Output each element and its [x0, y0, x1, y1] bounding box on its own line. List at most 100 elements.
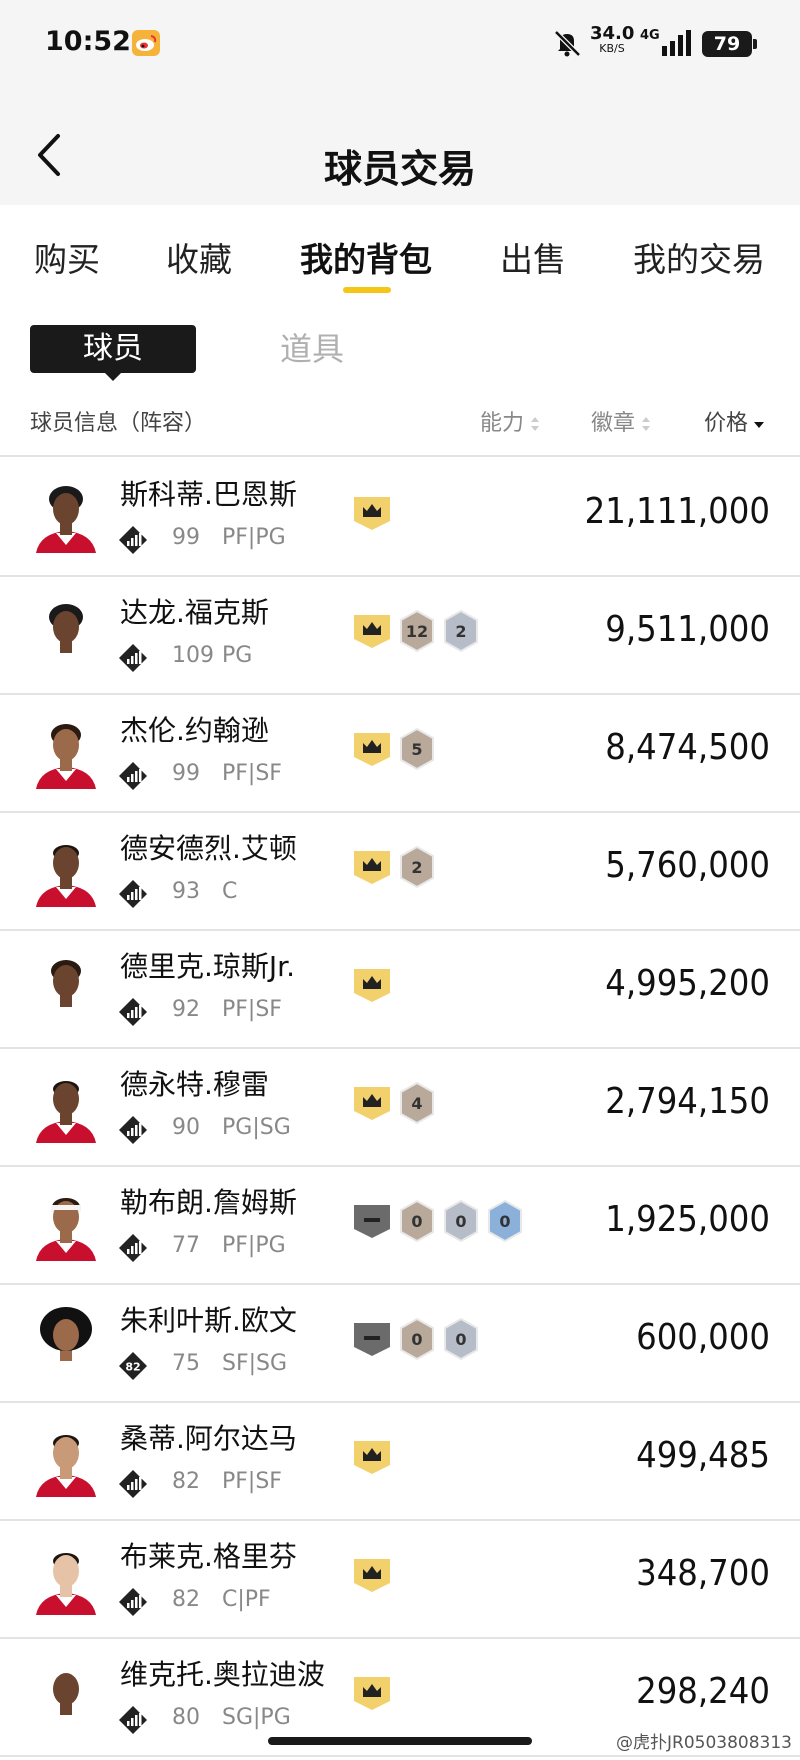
- tab-sell[interactable]: 出售: [500, 233, 566, 281]
- player-positions: PF|PG: [222, 1233, 286, 1258]
- player-positions: PG: [222, 643, 253, 668]
- player-rating: 99: [172, 525, 200, 550]
- player-row[interactable]: 德安德烈.艾顿 93 C 2 5,760,000: [0, 811, 800, 931]
- home-indicator[interactable]: [268, 1737, 532, 1745]
- player-positions: C|PF: [222, 1587, 271, 1612]
- status-bar: 10:52 34.0 KB/S 4G 79: [0, 0, 800, 90]
- battery-indicator: 79: [702, 31, 757, 57]
- page-title: 球员交易: [323, 147, 476, 191]
- player-rating: 80: [172, 1705, 200, 1730]
- player-price: 4,995,200: [605, 963, 770, 1004]
- player-rating: 82: [172, 1587, 200, 1612]
- player-tier-icon: [119, 1116, 147, 1144]
- active-tab-indicator: [343, 287, 391, 293]
- player-name: 杰伦.约翰逊: [120, 714, 269, 747]
- player-row[interactable]: 勒布朗.詹姆斯 77 PF|PG 0 0 0 1,925,000: [0, 1165, 800, 1285]
- blue-badge-icon: 0: [488, 1199, 522, 1243]
- badge-count: 0: [411, 1330, 422, 1349]
- bronze-badge-icon: 5: [400, 727, 434, 771]
- column-price[interactable]: 价格: [704, 405, 765, 437]
- player-positions: PF|SF: [222, 1469, 282, 1494]
- column-ability-label: 能力: [480, 411, 525, 436]
- badge-count: 0: [455, 1212, 466, 1231]
- player-avatar: [30, 713, 102, 789]
- signal-icon: [662, 30, 691, 56]
- main-tabs: 购买 收藏 我的背包 出售 我的交易: [0, 205, 800, 295]
- watermark: @虎扑JR0503808313: [616, 1733, 792, 1753]
- column-badge[interactable]: 徽章: [591, 405, 651, 437]
- player-row[interactable]: 布莱克.格里芬 82 C|PF 348,700: [0, 1519, 800, 1639]
- player-price: 600,000: [636, 1317, 770, 1358]
- player-avatar: [30, 1185, 102, 1261]
- net-speed: 34.0 KB/S: [590, 23, 635, 56]
- player-rating: 77: [172, 1233, 200, 1258]
- player-avatar: [30, 477, 102, 553]
- column-badge-label: 徽章: [591, 411, 636, 436]
- player-row[interactable]: 斯科蒂.巴恩斯 99 PF|PG 21,111,000: [0, 457, 800, 577]
- tab-buy[interactable]: 购买: [34, 233, 100, 281]
- player-avatar: [30, 1657, 102, 1733]
- crown-card-icon: [354, 497, 390, 530]
- network-type: 4G: [640, 28, 660, 43]
- crown-card-icon: [354, 1441, 390, 1474]
- tab-favorites[interactable]: 收藏: [166, 233, 232, 281]
- player-tier-icon: [119, 762, 147, 790]
- badge-count: 12: [406, 622, 428, 641]
- segment-players[interactable]: 球员: [30, 325, 196, 381]
- page-header: 球员交易: [0, 90, 800, 205]
- player-avatar: [30, 831, 102, 907]
- player-name: 维克托.奥拉迪波: [120, 1658, 325, 1691]
- player-row[interactable]: 达龙.福克斯 109 PG 12 2 9,511,000: [0, 575, 800, 695]
- player-row[interactable]: 德里克.琼斯Jr. 92 PF|SF 4,995,200: [0, 929, 800, 1049]
- badge-count: 2: [411, 858, 422, 877]
- badge-count: 5: [411, 740, 422, 759]
- player-name: 德永特.穆雷: [120, 1068, 269, 1101]
- player-rating: 99: [172, 761, 200, 786]
- badge-count: 2: [455, 622, 466, 641]
- player-positions: PF|SF: [222, 997, 282, 1022]
- player-name: 桑蒂.阿尔达马: [120, 1422, 297, 1455]
- column-player-info: 球员信息（阵容）: [30, 411, 207, 436]
- player-avatar: [30, 1303, 102, 1379]
- empty-card-icon: [354, 1323, 390, 1356]
- player-row[interactable]: 桑蒂.阿尔达马 82 PF|SF 499,485: [0, 1401, 800, 1521]
- badge-count: 0: [499, 1212, 510, 1231]
- player-rating: 92: [172, 997, 200, 1022]
- player-tier-icon: [119, 880, 147, 908]
- status-time: 10:52: [45, 26, 131, 57]
- player-price: 499,485: [636, 1435, 770, 1476]
- column-price-label: 价格: [704, 411, 749, 436]
- player-name: 斯科蒂.巴恩斯: [120, 478, 297, 511]
- mute-bell-icon: [554, 30, 581, 57]
- player-avatar: [30, 1067, 102, 1143]
- sort-desc-icon: [754, 422, 765, 428]
- player-rating: 82: [172, 1469, 200, 1494]
- silver-badge-icon: 0: [444, 1317, 478, 1361]
- player-tier-label: 82: [125, 1361, 140, 1374]
- bronze-badge-icon: 4: [400, 1081, 434, 1125]
- silver-badge-icon: 2: [444, 609, 478, 653]
- player-positions: C: [222, 879, 238, 904]
- player-row[interactable]: 朱利叶斯.欧文 82 75 SF|SG 0 0 600,000: [0, 1283, 800, 1403]
- crown-card-icon: [354, 1087, 390, 1120]
- player-positions: SF|SG: [222, 1351, 288, 1376]
- player-row[interactable]: 杰伦.约翰逊 99 PF|SF 5 8,474,500: [0, 693, 800, 813]
- weibo-icon: [132, 30, 160, 56]
- tab-my-trades[interactable]: 我的交易: [633, 233, 765, 281]
- player-avatar: [30, 949, 102, 1025]
- player-price: 5,760,000: [605, 845, 770, 886]
- crown-card-icon: [354, 969, 390, 1002]
- column-ability[interactable]: 能力: [480, 405, 540, 437]
- bronze-badge-icon: 0: [400, 1199, 434, 1243]
- player-price: 2,794,150: [605, 1081, 770, 1122]
- tab-my-backpack[interactable]: 我的背包: [300, 233, 432, 281]
- crown-card-icon: [354, 615, 390, 648]
- player-rating: 75: [172, 1351, 200, 1376]
- player-avatar: [30, 595, 102, 671]
- player-row[interactable]: 德永特.穆雷 90 PG|SG 4 2,794,150: [0, 1047, 800, 1167]
- player-price: 8,474,500: [605, 727, 770, 768]
- player-rating: 93: [172, 879, 200, 904]
- crown-card-icon: [354, 733, 390, 766]
- player-positions: SG|PG: [222, 1705, 291, 1730]
- segment-items[interactable]: 道具: [280, 325, 344, 373]
